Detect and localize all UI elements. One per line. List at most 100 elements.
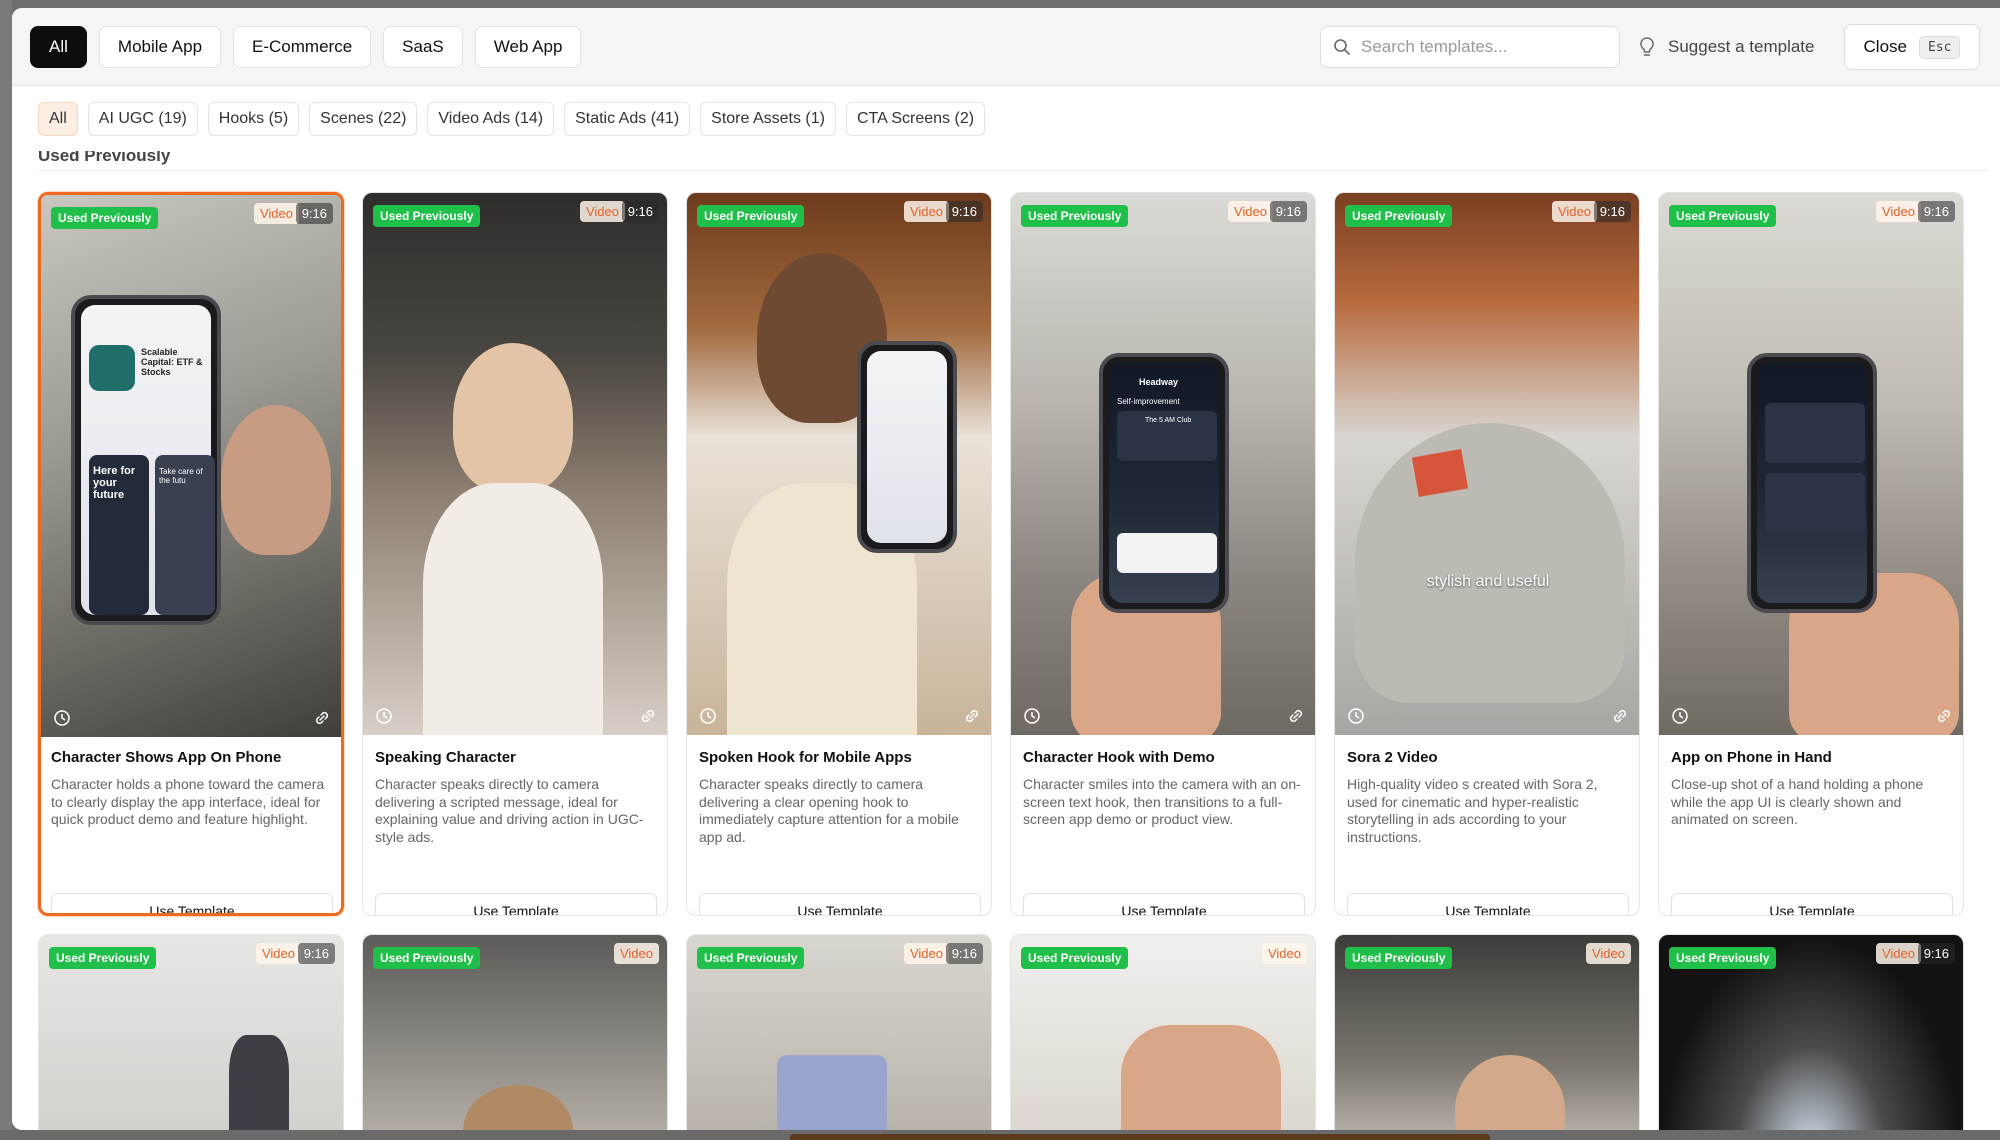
aspect-ratio-badge: 9:16 [297, 943, 335, 964]
suggest-template-link[interactable]: Suggest a template [1638, 26, 1814, 68]
use-template-button[interactable]: Use Template [1347, 893, 1629, 915]
used-previously-badge: Used Previously [1021, 205, 1129, 227]
link-icon[interactable] [1611, 707, 1629, 725]
lightbulb-icon [1640, 37, 1654, 56]
use-template-button[interactable]: Use Template [699, 893, 981, 915]
template-thumbnail[interactable]: Scalable Capital: ETF & Stocks Here for … [41, 195, 341, 737]
tab-mobile-app[interactable]: Mobile App [98, 26, 222, 68]
use-template-button[interactable]: Use Template [51, 893, 333, 913]
template-card[interactable]: Used Previously Video [1334, 934, 1640, 1130]
link-icon[interactable] [1287, 707, 1305, 725]
used-previously-badge: Used Previously [1345, 205, 1453, 227]
template-grid: Scalable Capital: ETF & Stocks Here for … [38, 192, 1964, 1130]
used-previously-badge: Used Previously [49, 947, 157, 969]
template-thumbnail[interactable]: Used Previously Video 9:16 [687, 193, 991, 735]
person-figure [453, 343, 573, 493]
template-card[interactable]: Used Previously Video 9:16 [38, 934, 344, 1130]
category-tabs: All Mobile App E-Commerce SaaS Web App [30, 26, 582, 68]
template-thumbnail[interactable]: stylish and useful Used Previously Video… [1335, 193, 1639, 735]
media-type-badge: Video [903, 201, 949, 222]
tab-all[interactable]: All [30, 26, 87, 68]
template-thumbnail[interactable]: Used Previously Video 9:16 [1659, 935, 1963, 1130]
template-card[interactable]: Scalable Capital: ETF & Stocks Here for … [38, 192, 344, 916]
aspect-ratio-badge: 9:16 [1269, 201, 1307, 222]
used-previously-badge: Used Previously [697, 947, 805, 969]
modal-header: All Mobile App E-Commerce SaaS Web App S… [12, 8, 2000, 86]
template-thumbnail[interactable]: Used Previously Video 9:16 [1659, 193, 1963, 735]
used-previously-badge: Used Previously [1669, 205, 1777, 227]
media-type-badge: Video [1585, 943, 1631, 964]
phone-mockup: Scalable Capital: ETF & Stocks Here for … [71, 295, 221, 625]
template-description: Character speaks directly to camera deli… [375, 776, 644, 845]
clock-icon [376, 708, 392, 724]
template-title: Character Shows App On Phone [51, 749, 282, 766]
filter-cta-screens[interactable]: CTA Screens (2) [845, 102, 986, 136]
search-icon [1334, 39, 1350, 55]
template-card[interactable]: stylish and useful Used Previously Video… [1334, 192, 1640, 916]
media-type-badge: Video [1261, 943, 1307, 964]
filter-ai-ugc[interactable]: AI UGC (19) [87, 102, 198, 136]
person-figure [1455, 1055, 1565, 1130]
used-previously-badge: Used Previously [1345, 947, 1453, 969]
used-previously-badge: Used Previously [1021, 947, 1129, 969]
template-thumbnail[interactable]: Headway Self-improvement The 5 AM Club U… [1011, 193, 1315, 735]
filter-all[interactable]: All [38, 102, 78, 136]
tab-web-app[interactable]: Web App [474, 26, 582, 68]
search-input[interactable] [1361, 37, 1601, 57]
used-previously-badge: Used Previously [373, 205, 481, 227]
use-template-button[interactable]: Use Template [1023, 893, 1305, 915]
template-card[interactable]: Used Previously Video 9:16 Spoken Hook f… [686, 192, 992, 916]
backdrop-bottom-bar [790, 1134, 1490, 1140]
headway-section: Self-improvement [1117, 397, 1180, 406]
filter-video-ads[interactable]: Video Ads (14) [427, 102, 555, 136]
person-figure [229, 1035, 289, 1130]
template-thumbnail[interactable]: Used Previously Video 9:16 [363, 193, 667, 735]
link-icon[interactable] [963, 707, 981, 725]
media-type-badge: Video [903, 943, 949, 964]
headway-club: The 5 AM Club [1145, 417, 1192, 424]
filter-hooks[interactable]: Hooks (5) [207, 102, 300, 136]
search-box[interactable] [1320, 26, 1620, 68]
filter-store-assets[interactable]: Store Assets (1) [700, 102, 836, 136]
tab-saas[interactable]: SaaS [383, 26, 463, 68]
media-type-badge: Video [253, 203, 299, 224]
template-card[interactable]: Used Previously Video [1010, 934, 1316, 1130]
promo-line: Here for your future [93, 465, 136, 501]
link-icon[interactable] [639, 707, 657, 725]
template-card[interactable]: Used Previously Video [362, 934, 668, 1130]
media-type-badge: Video [1227, 201, 1273, 222]
link-icon[interactable] [1935, 707, 1953, 725]
template-card[interactable]: Used Previously Video 9:16 [1658, 934, 1964, 1130]
use-template-button[interactable]: Use Template [375, 893, 657, 915]
template-thumbnail[interactable]: Used Previously Video [1011, 935, 1315, 1130]
template-card[interactable]: Used Previously Video 9:16 Speaking Char… [362, 192, 668, 916]
template-thumbnail[interactable]: Used Previously Video [1335, 935, 1639, 1130]
filter-static-ads[interactable]: Static Ads (41) [564, 102, 691, 136]
template-card[interactable]: Headway Self-improvement The 5 AM Club U… [1010, 192, 1316, 916]
clock-icon [700, 708, 716, 724]
template-thumbnail[interactable]: Used Previously Video [363, 935, 667, 1130]
link-icon[interactable] [313, 709, 331, 727]
template-thumbnail[interactable]: Used Previously Video 9:16 [39, 935, 343, 1130]
template-card-body: Speaking Character Character speaks dire… [363, 735, 667, 846]
template-thumbnail[interactable]: Used Previously Video 9:16 [687, 935, 991, 1130]
media-type-badge: Video [1551, 201, 1597, 222]
tab-e-commerce[interactable]: E-Commerce [233, 26, 372, 68]
template-card-body: App on Phone in Hand Close-up shot of a … [1659, 735, 1963, 846]
promo-line-secondary: Take care of the futu [159, 467, 203, 485]
book-on-ottoman [1411, 448, 1469, 498]
aspect-ratio-badge: 9:16 [1917, 201, 1955, 222]
template-description: High-quality video s created with Sora 2… [1347, 776, 1598, 845]
template-title: Speaking Character [375, 749, 516, 766]
clock-icon [1348, 708, 1364, 724]
template-card[interactable]: Used Previously Video 9:16 App on Phone … [1658, 192, 1964, 916]
template-card-body: Spoken Hook for Mobile Apps Character sp… [687, 735, 991, 846]
use-template-button[interactable]: Use Template [1671, 893, 1953, 915]
template-picker-modal: All Mobile App E-Commerce SaaS Web App S… [12, 8, 2000, 1130]
section-divider [38, 170, 1988, 171]
template-card[interactable]: Used Previously Video 9:16 [686, 934, 992, 1130]
filter-scenes[interactable]: Scenes (22) [309, 102, 418, 136]
template-card-body: Character Hook with Demo Character smile… [1011, 735, 1315, 846]
close-button[interactable]: Close Esc [1844, 24, 1980, 70]
clock-icon [54, 710, 70, 726]
